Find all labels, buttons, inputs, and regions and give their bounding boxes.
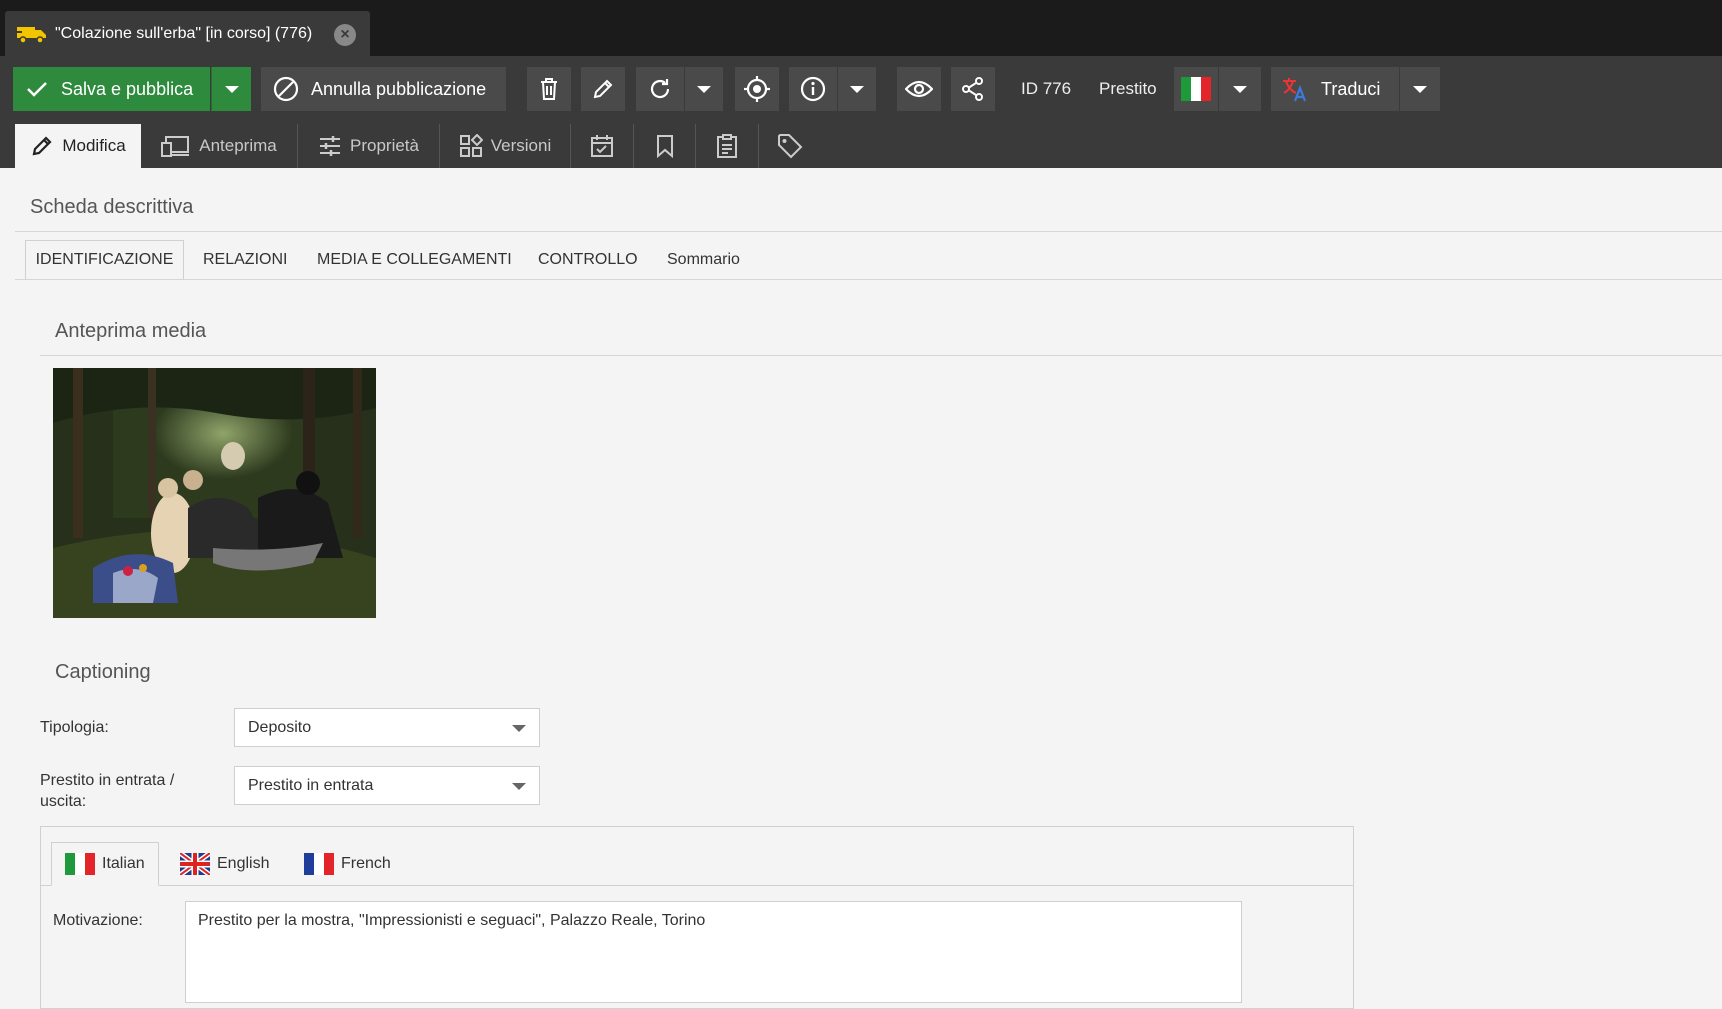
tab-lang-italian-label: Italian bbox=[102, 855, 145, 872]
ban-icon bbox=[273, 76, 299, 102]
caret-down-icon bbox=[1233, 86, 1247, 93]
page-title: Scheda descrittiva bbox=[30, 196, 194, 218]
tab-versioni-label: Versioni bbox=[490, 136, 552, 155]
tipologia-label: Tipologia: bbox=[40, 719, 109, 736]
tab-sommario[interactable]: Sommario bbox=[667, 240, 740, 280]
media-preview-image[interactable] bbox=[53, 368, 376, 618]
document-tab[interactable]: "Colazione sull'erba" [in corso] (776) × bbox=[5, 11, 370, 56]
info-icon bbox=[800, 76, 826, 102]
refresh-icon bbox=[650, 79, 670, 99]
italian-flag-icon bbox=[1181, 77, 1211, 101]
language-flag-button[interactable] bbox=[1174, 67, 1218, 111]
save-options-dropdown[interactable] bbox=[211, 67, 251, 111]
devices-icon bbox=[161, 136, 190, 157]
close-tab-button[interactable]: × bbox=[334, 24, 356, 46]
caret-down-icon bbox=[697, 86, 711, 93]
edit-button[interactable] bbox=[581, 67, 625, 111]
french-flag-icon bbox=[304, 853, 334, 875]
translate-icon bbox=[1283, 78, 1307, 102]
trash-icon bbox=[541, 78, 557, 100]
chevron-down-icon bbox=[512, 783, 526, 790]
save-publish-label: Salva e pubblica bbox=[61, 78, 194, 99]
tab-media-collegamenti[interactable]: MEDIA E COLLEGAMENTI bbox=[317, 240, 512, 280]
tab-anteprima[interactable]: Anteprima bbox=[141, 124, 298, 168]
language-options-dropdown[interactable] bbox=[1219, 67, 1261, 111]
refresh-button[interactable] bbox=[636, 67, 684, 111]
crosshair-icon bbox=[744, 76, 770, 102]
tag-icon bbox=[778, 134, 803, 159]
calendar-check-icon bbox=[591, 135, 613, 157]
tab-bookmark[interactable] bbox=[634, 124, 696, 168]
motivazione-label: Motivazione: bbox=[53, 912, 143, 929]
info-button[interactable] bbox=[789, 67, 837, 111]
record-status: Prestito bbox=[1099, 79, 1157, 98]
captioning-title: Captioning bbox=[55, 661, 151, 683]
unpublish-label: Annulla pubblicazione bbox=[311, 78, 487, 99]
title-divider bbox=[15, 231, 1722, 232]
pencil-icon bbox=[32, 136, 52, 156]
save-publish-button[interactable]: Salva e pubblica bbox=[13, 67, 210, 111]
locate-button[interactable] bbox=[735, 67, 779, 111]
caret-down-icon bbox=[850, 86, 864, 93]
unpublish-button[interactable]: Annulla pubblicazione bbox=[261, 67, 506, 111]
tab-versioni[interactable]: Versioni bbox=[440, 124, 571, 168]
tab-modifica[interactable]: Modifica bbox=[15, 124, 141, 168]
share-button[interactable] bbox=[951, 67, 995, 111]
tab-proprieta[interactable]: Proprietà bbox=[298, 124, 440, 168]
tab-lang-english[interactable]: English bbox=[180, 842, 269, 886]
info-options-dropdown[interactable] bbox=[838, 67, 876, 111]
pencil-icon bbox=[593, 79, 613, 99]
sliders-icon bbox=[320, 136, 340, 156]
subtabs-divider bbox=[15, 279, 1722, 280]
truck-icon bbox=[16, 26, 46, 44]
media-preview-title: Anteprima media bbox=[55, 320, 207, 342]
tab-anteprima-label: Anteprima bbox=[199, 136, 277, 155]
tab-lang-english-label: English bbox=[217, 855, 270, 872]
tab-calendar[interactable] bbox=[571, 124, 634, 168]
tipologia-value: Deposito bbox=[248, 718, 312, 736]
check-icon bbox=[27, 82, 47, 97]
versions-icon bbox=[459, 134, 483, 157]
refresh-options-dropdown[interactable] bbox=[685, 67, 723, 111]
caret-down-icon bbox=[1413, 86, 1427, 93]
tab-lang-french[interactable]: French bbox=[304, 842, 391, 886]
tab-modifica-label: Modifica bbox=[62, 136, 126, 155]
eye-icon bbox=[905, 80, 933, 98]
record-id: ID 776 bbox=[1021, 79, 1072, 98]
prestito-label: Prestito in entrata / uscita: bbox=[40, 772, 175, 810]
motivazione-textarea[interactable]: Prestito per la mostra, "Impressionisti … bbox=[185, 901, 1242, 1003]
delete-button[interactable] bbox=[527, 67, 571, 111]
tab-lang-french-label: French bbox=[341, 855, 391, 872]
tab-lang-italian[interactable]: Italian bbox=[51, 842, 159, 886]
tipologia-select[interactable]: Deposito bbox=[234, 708, 540, 747]
tab-relazioni[interactable]: RELAZIONI bbox=[203, 240, 287, 280]
media-divider bbox=[40, 355, 1722, 356]
prestito-value: Prestito in entrata bbox=[248, 776, 374, 794]
chevron-down-icon bbox=[512, 725, 526, 732]
uk-flag-icon bbox=[180, 853, 210, 875]
italian-flag-icon bbox=[65, 853, 95, 875]
tab-identificazione[interactable]: IDENTIFICAZIONE bbox=[25, 240, 184, 280]
tab-proprieta-label: Proprietà bbox=[350, 136, 419, 155]
clipboard-icon bbox=[717, 134, 737, 158]
document-tab-title: "Colazione sull'erba" [in corso] (776) bbox=[55, 24, 313, 42]
share-icon bbox=[962, 77, 983, 101]
tab-tags[interactable] bbox=[759, 124, 821, 168]
translate-options-dropdown[interactable] bbox=[1400, 67, 1440, 111]
translate-button[interactable]: Traduci bbox=[1271, 67, 1399, 111]
tab-controllo[interactable]: CONTROLLO bbox=[538, 240, 638, 280]
prestito-select[interactable]: Prestito in entrata bbox=[234, 766, 540, 805]
preview-button[interactable] bbox=[897, 67, 941, 111]
tab-clipboard[interactable] bbox=[696, 124, 759, 168]
caret-down-icon bbox=[224, 86, 239, 93]
translate-label: Traduci bbox=[1321, 78, 1381, 99]
bookmark-icon bbox=[656, 135, 673, 158]
